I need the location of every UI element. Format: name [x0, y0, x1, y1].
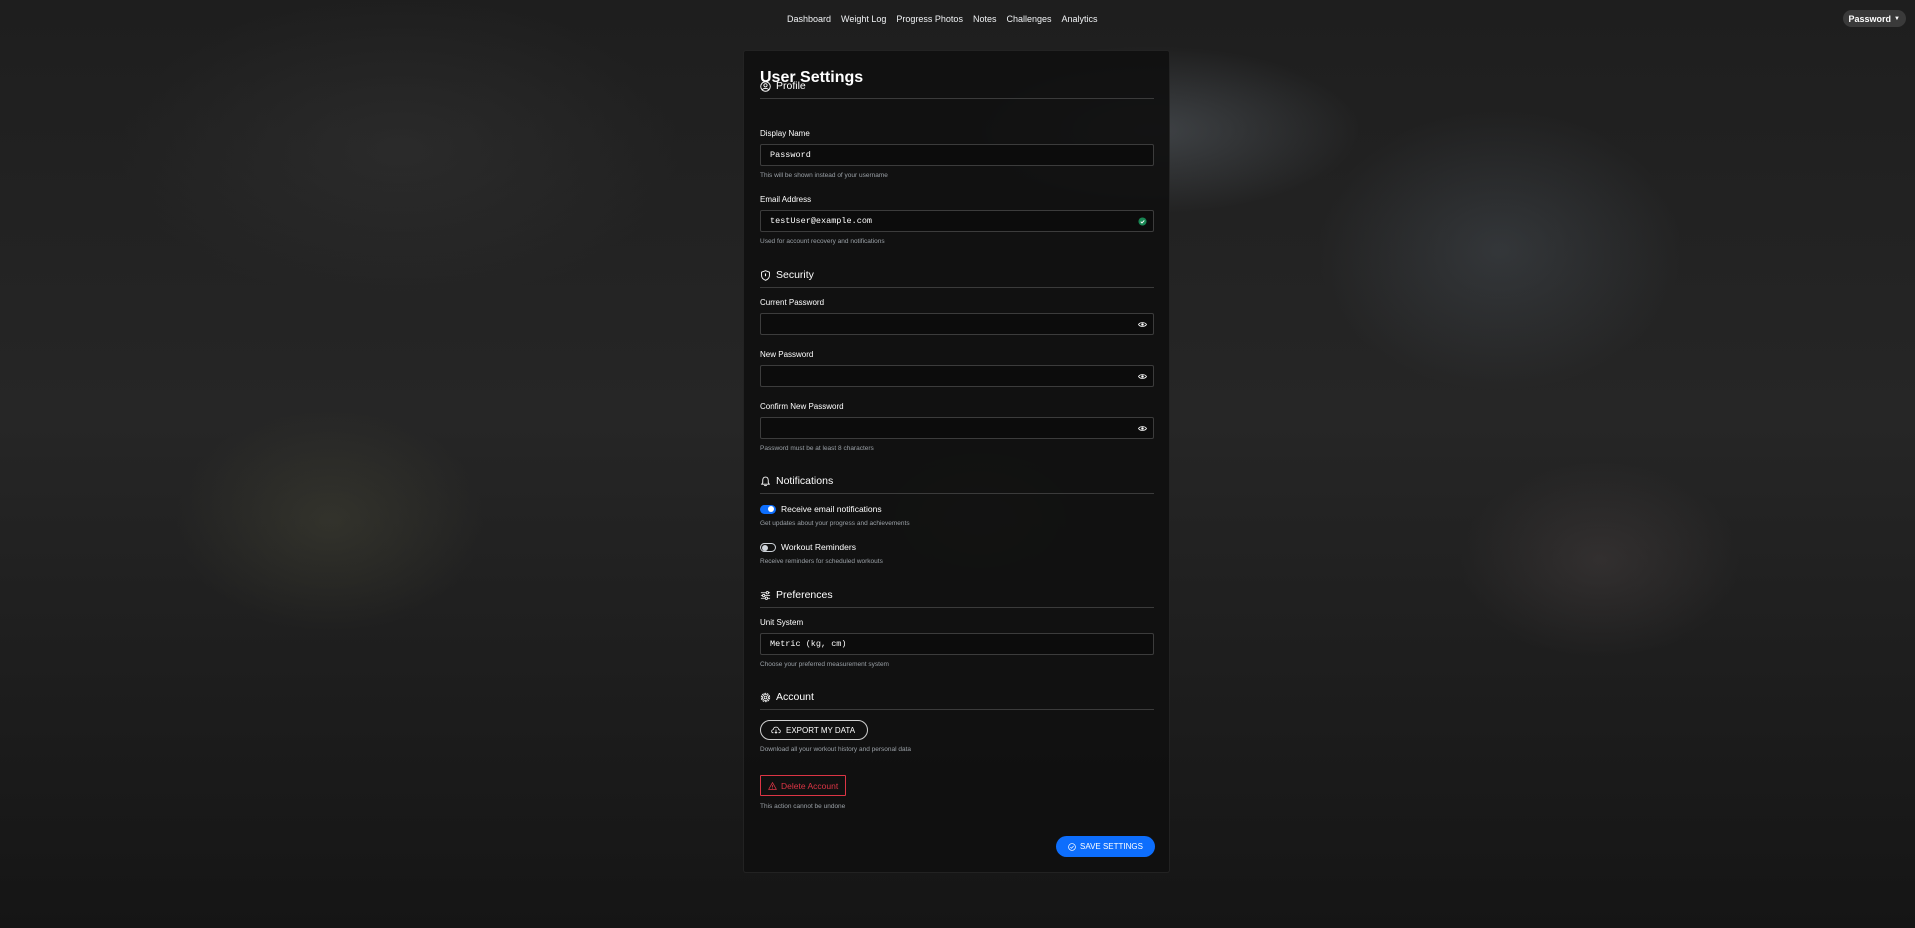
caret-down-icon: ▼: [1894, 15, 1900, 22]
eye-icon[interactable]: [1138, 372, 1147, 381]
export-data-label: EXPORT MY DATA: [786, 725, 856, 735]
export-data-button[interactable]: EXPORT MY DATA: [760, 720, 869, 740]
nav-link-analytics[interactable]: Analytics: [1062, 14, 1098, 24]
section-profile-title: Profile: [776, 80, 806, 92]
section-notifications-title: Notifications: [776, 475, 834, 487]
workout-reminders-help: Receive reminders for scheduled workouts: [760, 558, 883, 565]
delete-account-label: Delete Account: [781, 780, 839, 791]
workout-reminders-label: Workout Reminders: [781, 542, 856, 552]
display-name-field[interactable]: [760, 144, 1154, 166]
email-notifications-toggle[interactable]: [760, 504, 776, 514]
email-notifications-row: Receive email notifications: [760, 504, 882, 514]
top-navbar: Dashboard Weight Log Progress Photos Not…: [0, 0, 1915, 41]
section-security-heading: Security: [760, 269, 1154, 288]
bell-icon: [760, 475, 771, 487]
password-help: Password must be at least 8 characters: [760, 445, 874, 452]
shield-icon: [760, 269, 771, 281]
email-field[interactable]: [760, 210, 1154, 232]
section-security-title: Security: [776, 269, 814, 281]
current-password-input[interactable]: [770, 319, 1144, 329]
display-name-help: This will be shown instead of your usern…: [760, 172, 888, 179]
unit-system-help: Choose your preferred measurement system: [760, 661, 889, 668]
section-account-heading: Account: [760, 691, 1154, 710]
eye-icon[interactable]: [1138, 424, 1147, 433]
confirm-password-field[interactable]: [760, 417, 1154, 439]
save-settings-button[interactable]: SAVE SETTINGS: [1056, 836, 1155, 857]
gear-icon: [760, 691, 771, 703]
workout-reminders-row: Workout Reminders: [760, 542, 856, 552]
unit-system-value: Metric (kg, cm): [770, 639, 847, 649]
display-name-label: Display Name: [760, 129, 810, 138]
confirm-password-input[interactable]: [770, 423, 1144, 433]
nav-link-challenges[interactable]: Challenges: [1006, 14, 1051, 24]
section-notifications-heading: Notifications: [760, 475, 1154, 494]
delete-account-help: This action cannot be undone: [760, 803, 846, 810]
current-password-field[interactable]: [760, 313, 1154, 335]
email-label: Email Address: [760, 195, 812, 204]
warning-triangle-icon: [768, 781, 777, 790]
nav-link-dashboard[interactable]: Dashboard: [787, 14, 831, 24]
nav-link-weight-log[interactable]: Weight Log: [841, 14, 886, 24]
settings-card: User Settings Profile Display Name This …: [743, 50, 1170, 873]
email-help: Used for account recovery and notificati…: [760, 238, 885, 245]
workout-reminders-toggle[interactable]: [760, 542, 776, 552]
person-circle-icon: [760, 80, 771, 92]
nav-links: Dashboard Weight Log Progress Photos Not…: [787, 14, 1098, 24]
user-menu-label: Password: [1848, 13, 1892, 24]
sliders-icon: [760, 589, 771, 601]
new-password-input[interactable]: [770, 371, 1144, 381]
delete-account-button[interactable]: Delete Account: [760, 775, 847, 796]
current-password-label: Current Password: [760, 298, 825, 307]
confirm-password-label: Confirm New Password: [760, 402, 844, 411]
new-password-label: New Password: [760, 350, 814, 359]
section-account-title: Account: [776, 691, 814, 703]
unit-system-label: Unit System: [760, 618, 804, 627]
new-password-field[interactable]: [760, 365, 1154, 387]
user-menu-button[interactable]: Password ▼: [1842, 10, 1906, 27]
eye-icon[interactable]: [1138, 320, 1147, 329]
unit-system-select[interactable]: Metric (kg, cm): [760, 633, 1154, 655]
section-preferences-title: Preferences: [776, 589, 833, 601]
section-profile-heading: Profile: [760, 80, 1154, 99]
nav-link-notes[interactable]: Notes: [973, 14, 997, 24]
email-input[interactable]: [770, 216, 1144, 226]
email-notifications-help: Get updates about your progress and achi…: [760, 520, 910, 527]
display-name-input[interactable]: [770, 150, 1144, 160]
save-settings-label: SAVE SETTINGS: [1080, 842, 1143, 851]
nav-link-progress-photos[interactable]: Progress Photos: [896, 14, 963, 24]
export-data-help: Download all your workout history and pe…: [760, 746, 912, 753]
cloud-download-icon: [771, 726, 781, 734]
check-circle-icon: [1068, 842, 1076, 851]
email-notifications-label: Receive email notifications: [781, 504, 882, 514]
section-preferences-heading: Preferences: [760, 589, 1154, 608]
check-circle-icon: [1138, 217, 1147, 226]
